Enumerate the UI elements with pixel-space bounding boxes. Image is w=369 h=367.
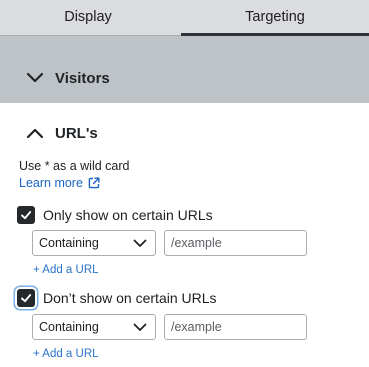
dont-show-match-select[interactable]: Containing — [32, 314, 156, 340]
tab-display[interactable]: Display — [0, 0, 176, 33]
only-show-url-input[interactable]: /example — [164, 230, 307, 256]
wildcard-hint: Use * as a wild card — [19, 159, 130, 173]
visitors-section-header[interactable]: Visitors — [0, 62, 369, 94]
match-select-value: Containing — [39, 320, 99, 334]
tab-targeting[interactable]: Targeting — [181, 0, 369, 33]
dont-show-label: Don’t show on certain URLs — [43, 290, 217, 306]
only-show-match-select[interactable]: Containing — [32, 230, 156, 256]
visitors-title: Visitors — [55, 70, 110, 87]
urls-title: URL's — [55, 125, 98, 142]
only-show-checkbox[interactable] — [17, 206, 35, 224]
chevron-down-icon — [133, 239, 147, 247]
learn-more-label: Learn more — [19, 176, 83, 190]
dont-show-row: Don’t show on certain URLs — [17, 286, 217, 310]
url-input-placeholder: /example — [171, 236, 222, 250]
dont-show-url-input[interactable]: /example — [164, 314, 307, 340]
external-link-icon — [88, 177, 100, 189]
chevron-down-icon — [26, 72, 44, 83]
checkmark-icon — [21, 294, 32, 303]
dont-show-add-url-link[interactable]: + Add a URL — [33, 348, 99, 360]
chevron-up-icon — [26, 128, 44, 139]
checkmark-icon — [21, 211, 32, 220]
chevron-down-icon — [133, 323, 147, 331]
learn-more-link[interactable]: Learn more — [19, 176, 100, 190]
tab-bar: Display Targeting — [0, 0, 369, 36]
only-show-row: Only show on certain URLs — [17, 203, 213, 227]
only-show-label: Only show on certain URLs — [43, 207, 213, 223]
dont-show-checkbox[interactable] — [17, 289, 35, 307]
active-tab-indicator — [181, 33, 369, 36]
urls-section-header[interactable]: URL's — [0, 117, 369, 149]
only-show-add-url-link[interactable]: + Add a URL — [33, 264, 99, 276]
url-input-placeholder: /example — [171, 320, 222, 334]
match-select-value: Containing — [39, 236, 99, 250]
